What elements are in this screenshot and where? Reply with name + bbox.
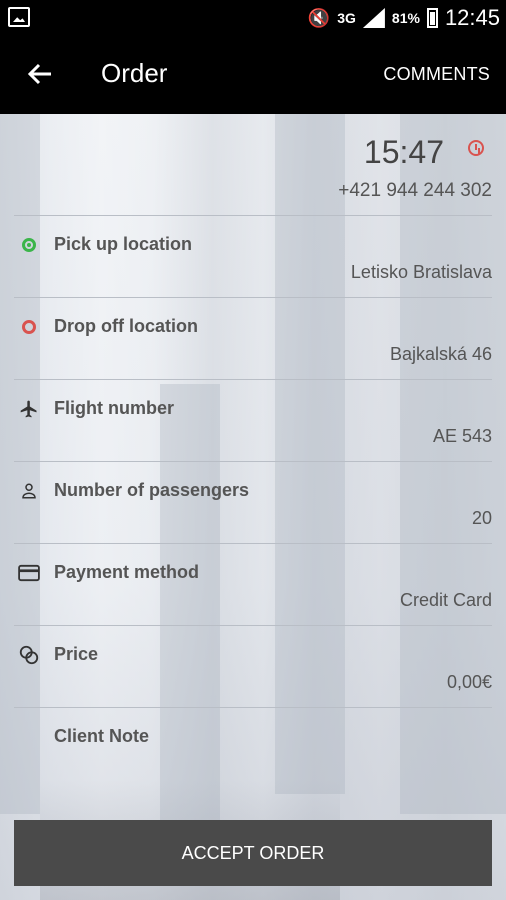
passengers-value: 20 xyxy=(471,508,492,528)
pickup-row: Pick up location Letisko Bratislava xyxy=(0,216,506,298)
mute-icon: 🔇 xyxy=(307,7,331,28)
dropoff-row: Drop off location Bajkalská 46 xyxy=(0,298,506,380)
battery-icon xyxy=(426,8,438,28)
passengers-label: Number of passengers xyxy=(54,480,250,500)
gallery-notification-icon xyxy=(8,7,30,27)
pickup-label: Pick up location xyxy=(54,234,193,254)
flight-value: AE 543 xyxy=(432,426,492,446)
price-row: Price 0,00€ xyxy=(0,626,506,708)
signal-icon xyxy=(362,8,385,28)
client-note-label: Client Note xyxy=(54,726,150,746)
price-value: 0,00€ xyxy=(446,672,492,692)
page-title: Order xyxy=(101,58,168,88)
app-bar: Order COMMENTS xyxy=(0,36,506,114)
flight-label: Flight number xyxy=(54,398,174,418)
status-bar: 🔇 3G 81% 12:45 xyxy=(0,0,506,36)
network-type: 3G xyxy=(337,10,356,26)
dropoff-label: Drop off location xyxy=(54,316,198,336)
dropoff-circle-icon xyxy=(18,316,40,338)
client-phone[interactable]: +421 944 244 302 xyxy=(338,180,492,202)
pickup-value: Letisko Bratislava xyxy=(350,262,492,282)
payment-label: Payment method xyxy=(54,562,200,582)
timer-icon xyxy=(468,140,484,156)
client-note-row: Client Note xyxy=(0,708,506,790)
order-time: 15:47 xyxy=(363,134,444,170)
price-label: Price xyxy=(54,644,99,664)
credit-card-icon xyxy=(18,562,40,584)
pickup-circle-icon xyxy=(18,234,40,256)
clock-time: 12:45 xyxy=(444,5,500,30)
comments-button[interactable]: COMMENTS xyxy=(383,64,490,85)
accept-order-button[interactable]: ACCEPT ORDER xyxy=(14,820,492,886)
passengers-row: Number of passengers 20 xyxy=(0,462,506,544)
flight-row: Flight number AE 543 xyxy=(0,380,506,462)
back-arrow-icon[interactable] xyxy=(24,58,56,90)
airplane-icon xyxy=(18,398,40,420)
payment-value: Credit Card xyxy=(399,590,492,610)
battery-percent: 81% xyxy=(391,10,420,26)
coins-icon xyxy=(18,644,40,666)
dropoff-value: Bajkalská 46 xyxy=(389,344,492,364)
person-icon xyxy=(18,480,40,502)
payment-row: Payment method Credit Card xyxy=(0,544,506,626)
